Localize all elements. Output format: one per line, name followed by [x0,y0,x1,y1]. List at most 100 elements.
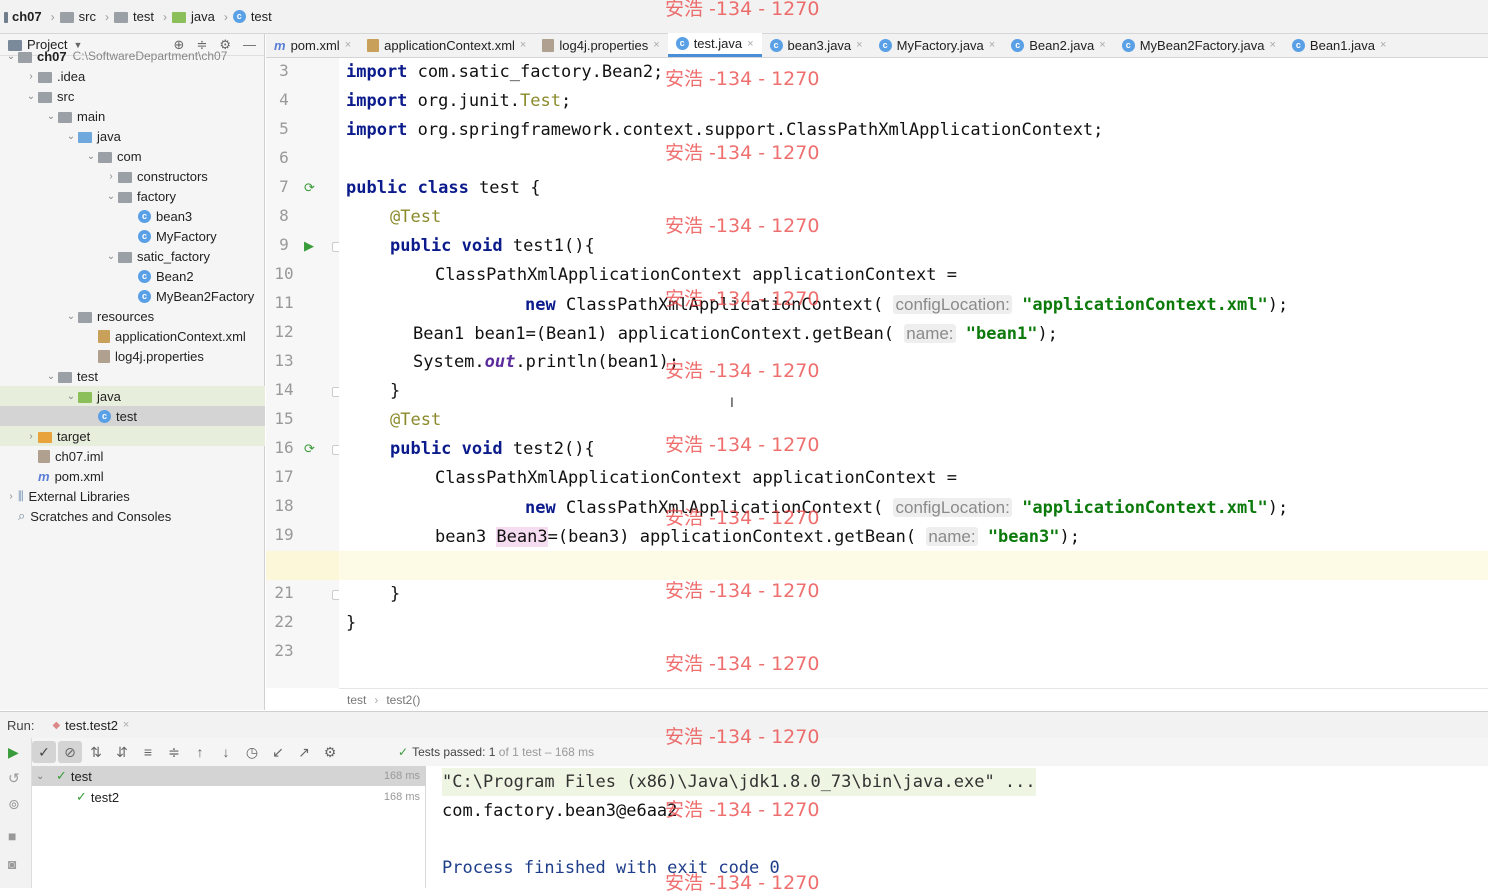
tree-item-test-java-folder[interactable]: ⌄ java [0,386,265,406]
sort-duration-icon[interactable]: ⇵ [110,741,134,763]
collapse-all-icon[interactable]: ≑ [162,741,186,763]
run-test-icon[interactable]: ▶ [304,238,314,254]
code-line[interactable]: ClassPathXmlApplicationContext applicati… [435,261,957,290]
tab-applicationcontext-xml[interactable]: applicationContext.xml × [359,33,534,57]
tree-item-scratches-and-consoles[interactable]: ⌕ Scratches and Consoles [0,506,265,526]
close-icon[interactable]: × [345,39,351,51]
editor-crumb-method[interactable]: test2() [386,693,420,707]
chevron-right-icon[interactable]: › [24,431,38,442]
chevron-down-icon[interactable]: ⌄ [36,771,52,782]
show-passed-icon[interactable]: ✓ [32,741,56,763]
code-line[interactable]: import org.springframework.context.suppo… [346,116,1103,145]
code-line[interactable]: System.out.println(bean1); [413,348,679,377]
chevron-down-icon[interactable]: ⌄ [4,51,18,62]
sort-alpha-icon[interactable]: ⇅ [84,741,108,763]
close-icon[interactable]: × [123,719,129,731]
code-line[interactable]: public class test { [346,174,540,203]
code-line[interactable]: } [346,609,356,638]
chevron-down-icon[interactable]: ⌄ [104,191,118,202]
chevron-down-icon[interactable]: ⌄ [44,111,58,122]
close-icon[interactable]: × [856,39,862,51]
debug-icon[interactable]: ⊚ [8,796,20,813]
code-line[interactable]: System.out.println(Bean3); [435,551,701,580]
close-icon[interactable]: × [653,39,659,51]
run-tab-test[interactable]: ◆ test.test2 × [52,718,129,733]
tree-item-bean3-class[interactable]: c bean3 [0,206,265,226]
tree-item-log4j-properties[interactable]: log4j.properties [0,346,265,366]
tree-item-mybean2factory-class[interactable]: c MyBean2Factory [0,286,265,306]
run-class-icon[interactable]: ⟳ [304,180,315,196]
code-line[interactable]: new ClassPathXmlApplicationContext( conf… [525,290,1288,319]
chevron-right-icon[interactable]: › [24,71,38,82]
rerun-icon[interactable]: ▶ [8,744,19,761]
rerun-failed-icon[interactable]: ↺ [8,770,20,787]
code-line[interactable]: import com.satic_factory.Bean2; [346,58,663,87]
chevron-down-icon[interactable]: ⌄ [64,391,78,402]
code-line[interactable]: Bean1 bean1=(Bean1) applicationContext.g… [413,319,1058,348]
breadcrumb-class[interactable]: c test [232,9,272,24]
chevron-right-icon[interactable]: › [104,171,118,182]
code-line[interactable]: import org.junit.Test; [346,87,571,116]
tree-item-factory-package[interactable]: ⌄ factory [0,186,265,206]
history-icon[interactable]: ◷ [240,741,264,763]
tree-item-project-root[interactable]: ⌄ ch07 C:\SoftwareDepartment\ch07 [0,46,265,66]
code-line[interactable]: new ClassPathXmlApplicationContext( conf… [525,493,1288,522]
tab-pom-xml[interactable]: m pom.xml × [266,33,359,57]
breadcrumb-java[interactable]: java [171,9,215,24]
tree-item-constructors-package[interactable]: › constructors [0,166,265,186]
tree-item-test-folder[interactable]: ⌄ test [0,366,265,386]
chevron-down-icon[interactable]: ⌄ [64,131,78,142]
stop-icon[interactable]: ■ [8,828,16,844]
tree-item-test-class[interactable]: c test [0,406,265,426]
tree-item-external-libraries[interactable]: › ⫼ External Libraries [0,486,265,506]
code-line[interactable]: public void test2(){ [390,435,595,464]
tree-item-src-folder[interactable]: ⌄ src [0,86,265,106]
code-line[interactable]: public void test1(){ [390,232,595,261]
tab-mybean2factory-java[interactable]: c MyBean2Factory.java × [1114,33,1284,57]
tree-item-applicationcontext-xml[interactable]: applicationContext.xml [0,326,265,346]
import-tests-icon[interactable]: ↙ [266,741,290,763]
tree-item-ch07-iml[interactable]: ch07.iml [0,446,265,466]
tree-item-bean2-class[interactable]: c Bean2 [0,266,265,286]
close-icon[interactable]: × [989,39,995,51]
tree-item-satic-factory-package[interactable]: ⌄ satic_factory [0,246,265,266]
tab-test-java[interactable]: c test.java × [667,33,762,57]
chevron-down-icon[interactable]: ⌄ [44,371,58,382]
tab-bean1-java[interactable]: c Bean1.java × [1284,33,1395,57]
chevron-down-icon[interactable]: ⌄ [64,311,78,322]
tree-item-main-folder[interactable]: ⌄ main [0,106,265,126]
code-line[interactable]: bean3 Bean3=(bean3) applicationContext.g… [435,522,1080,551]
tab-log4j-properties[interactable]: log4j.properties × [534,33,667,57]
chevron-down-icon[interactable]: ⌄ [84,151,98,162]
tree-item-java-folder[interactable]: ⌄ java [0,126,265,146]
tab-bean2-java[interactable]: c Bean2.java × [1003,33,1114,57]
code-line[interactable]: } [390,377,400,406]
breadcrumb-project[interactable]: ch07 [4,9,42,24]
close-icon[interactable]: × [1099,39,1105,51]
code-line[interactable]: @Test [390,203,441,232]
tree-item-target-folder[interactable]: › target [0,426,265,446]
chevron-down-icon[interactable]: ⌄ [24,91,38,102]
close-icon[interactable]: × [747,38,753,50]
prev-test-icon[interactable]: ↑ [188,741,212,763]
test-row-class[interactable]: ⌄ ✓ test 168 ms [32,766,426,786]
breadcrumb-src[interactable]: src [59,9,96,24]
close-icon[interactable]: × [520,39,526,51]
show-ignored-icon[interactable]: ⊘ [58,741,82,763]
close-icon[interactable]: × [1269,39,1275,51]
settings-icon[interactable]: ⚙ [318,741,342,763]
close-icon[interactable]: × [1380,39,1386,51]
test-row-method[interactable]: ✓ test2 168 ms [32,787,426,807]
chevron-down-icon[interactable]: ⌄ [104,251,118,262]
breadcrumb-test[interactable]: test [113,9,154,24]
tree-item-com-package[interactable]: ⌄ com [0,146,265,166]
console-output[interactable]: "C:\Program Files (x86)\Java\jdk1.8.0_73… [427,766,1488,888]
editor-crumb-class[interactable]: test [347,693,366,707]
next-test-icon[interactable]: ↓ [214,741,238,763]
camera-icon[interactable]: ◙ [8,856,16,872]
tab-bean3-java[interactable]: c bean3.java × [762,33,871,57]
export-tests-icon[interactable]: ↗ [292,741,316,763]
run-class-icon[interactable]: ⟳ [304,441,315,457]
code-line[interactable]: } [390,580,400,609]
chevron-right-icon[interactable]: › [4,491,18,502]
